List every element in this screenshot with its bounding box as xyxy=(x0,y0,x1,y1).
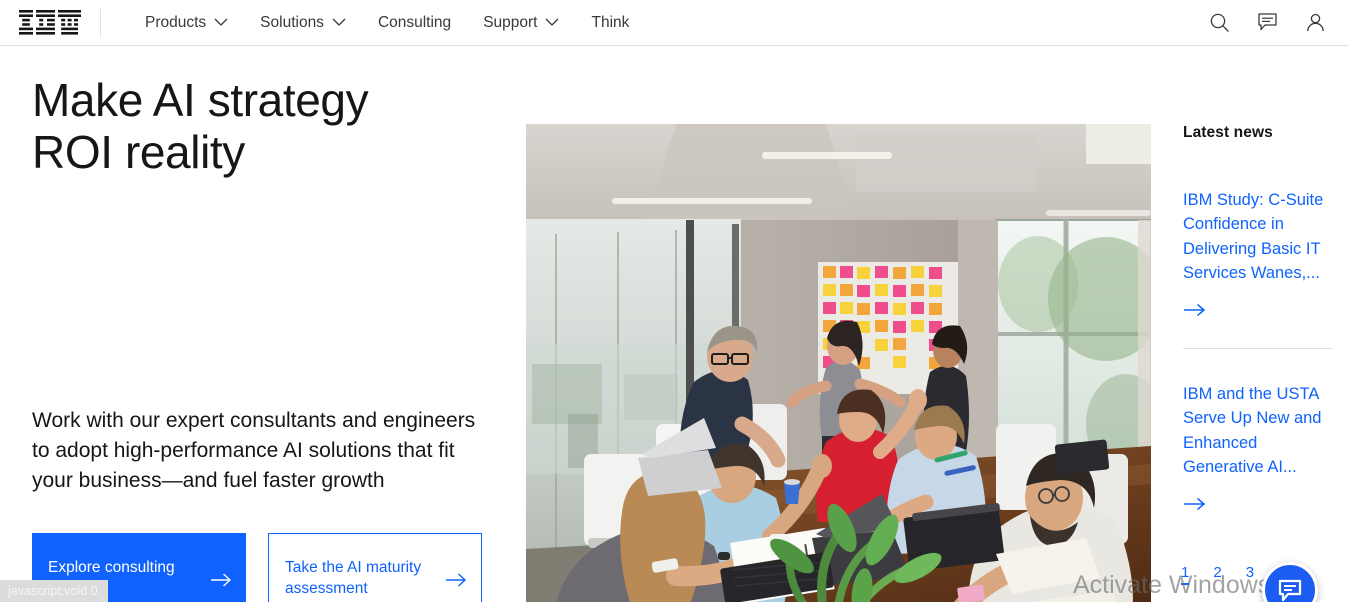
nav-item-consulting[interactable]: Consulting xyxy=(362,0,467,45)
nav-item-support[interactable]: Support xyxy=(467,0,575,45)
button-label: Take the AI maturity assessment xyxy=(285,559,422,597)
hero-text-column: Make AI strategy ROI reality xyxy=(0,46,500,602)
news-divider xyxy=(1183,348,1333,349)
pagination-page-2[interactable]: 2 xyxy=(1213,564,1221,585)
nav-label: Products xyxy=(145,13,207,31)
nav-label: Think xyxy=(591,13,630,31)
header-actions xyxy=(1195,0,1349,45)
chat-icon xyxy=(1257,13,1277,31)
headline-line-1: Make AI strategy xyxy=(32,74,369,126)
news-item: IBM and the USTA Serve Up New and Enhanc… xyxy=(1183,382,1333,511)
header-divider xyxy=(100,8,101,37)
headline-line-2: ROI reality xyxy=(32,126,245,179)
take-ai-maturity-assessment-button[interactable]: Take the AI maturity assessment xyxy=(268,533,482,602)
arrow-right-icon xyxy=(446,573,467,587)
news-pagination: 1 2 3 xyxy=(1181,564,1254,585)
search-icon xyxy=(1210,13,1229,32)
chevron-down-icon xyxy=(332,18,346,26)
nav-item-think[interactable]: Think xyxy=(575,0,645,45)
nav-label: Consulting xyxy=(377,13,452,31)
main-navigation: Products Solutions Consulting Support Th… xyxy=(129,0,645,45)
news-headline-link[interactable]: IBM Study: C-Suite Confidence in Deliver… xyxy=(1183,188,1333,285)
user-icon xyxy=(1306,13,1324,32)
nav-label: Solutions xyxy=(260,13,324,31)
latest-news-panel: Latest news IBM Study: C-Suite Confidenc… xyxy=(1183,124,1333,511)
nav-label: Support xyxy=(483,13,538,31)
chat-launcher-button[interactable] xyxy=(1262,562,1318,602)
nav-item-products[interactable]: Products xyxy=(129,0,244,45)
site-header: Products Solutions Consulting Support Th… xyxy=(0,0,1349,46)
latest-news-heading: Latest news xyxy=(1183,124,1273,141)
account-button[interactable] xyxy=(1291,0,1339,46)
chat-bubble-icon xyxy=(1278,579,1302,602)
browser-status-bar: javascript:void 0 xyxy=(0,580,108,602)
news-item: IBM Study: C-Suite Confidence in Deliver… xyxy=(1183,188,1333,317)
arrow-right-icon[interactable] xyxy=(1183,303,1207,317)
search-button[interactable] xyxy=(1195,0,1243,46)
chat-button[interactable] xyxy=(1243,0,1291,46)
chevron-down-icon xyxy=(214,18,228,26)
main-content: Make AI strategy ROI reality Work with o… xyxy=(0,46,1349,602)
news-headline-link[interactable]: IBM and the USTA Serve Up New and Enhanc… xyxy=(1183,382,1333,479)
hero-body-text: Work with our expert consultants and eng… xyxy=(32,409,476,492)
hero-image xyxy=(526,124,1151,602)
page-title: Make AI strategy ROI reality xyxy=(32,74,470,179)
office-meeting-photo xyxy=(526,124,1151,602)
ibm-logo-link[interactable] xyxy=(0,0,100,45)
pagination-page-1[interactable]: 1 xyxy=(1181,564,1190,585)
nav-item-solutions[interactable]: Solutions xyxy=(244,0,362,45)
chevron-down-icon xyxy=(546,18,559,26)
ibm-logo-icon xyxy=(19,10,81,35)
arrow-right-icon xyxy=(211,573,232,587)
pagination-page-3[interactable]: 3 xyxy=(1246,564,1254,585)
arrow-right-icon[interactable] xyxy=(1183,497,1207,511)
